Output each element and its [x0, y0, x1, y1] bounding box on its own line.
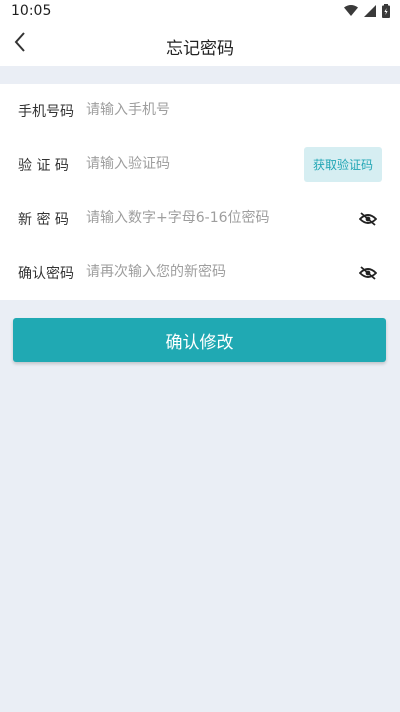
battery-icon — [382, 4, 390, 18]
page-title: 忘记密码 — [166, 39, 234, 59]
new-password-input[interactable] — [86, 208, 326, 228]
new-password-row: 新 密 码 — [0, 192, 400, 246]
signal-icon — [364, 5, 376, 17]
status-icons — [344, 4, 390, 18]
confirm-change-button[interactable]: 确认修改 — [13, 318, 386, 362]
confirm-password-label: 确认密码 — [18, 266, 74, 282]
status-time: 10:05 — [11, 3, 52, 19]
confirm-password-row: 确认密码 — [0, 246, 400, 300]
phone-input[interactable] — [86, 100, 326, 120]
confirm-password-input[interactable] — [86, 262, 326, 282]
app-bar: 忘记密码 — [0, 24, 400, 66]
get-code-button[interactable]: 获取验证码 — [304, 147, 382, 182]
reset-password-form: 手机号码 验 证 码 获取验证码 新 密 码 确认密码 — [0, 84, 400, 300]
new-password-label: 新 密 码 — [18, 212, 69, 228]
phone-row: 手机号码 — [0, 84, 400, 138]
wifi-icon — [344, 5, 358, 17]
code-input[interactable] — [86, 154, 286, 174]
status-bar: 10:05 — [0, 0, 400, 24]
eye-off-icon[interactable] — [358, 263, 378, 283]
code-label: 验 证 码 — [18, 158, 69, 174]
code-row: 验 证 码 获取验证码 — [0, 138, 400, 192]
phone-label: 手机号码 — [18, 104, 74, 120]
eye-off-icon[interactable] — [358, 209, 378, 229]
